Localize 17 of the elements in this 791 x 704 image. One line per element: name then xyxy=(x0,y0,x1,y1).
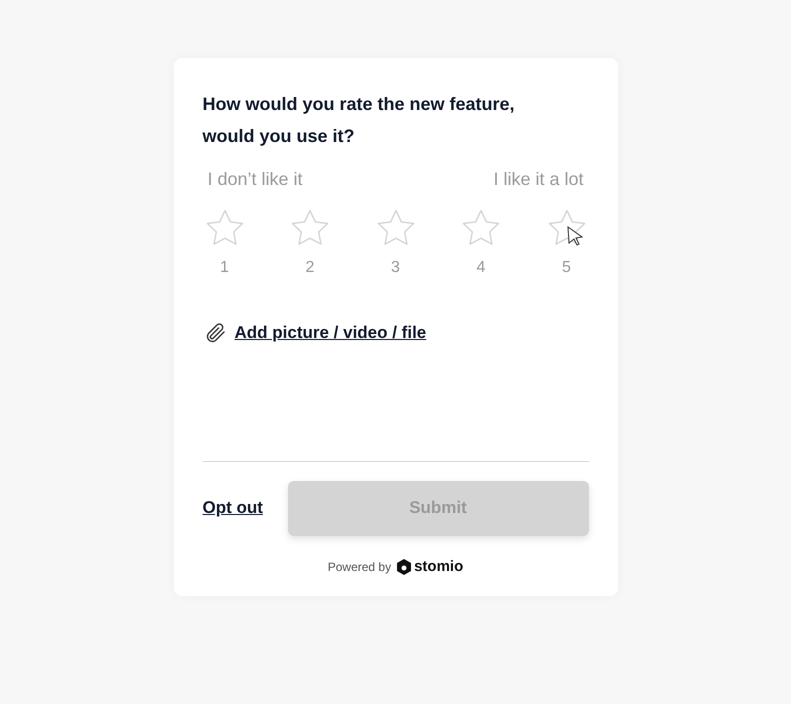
high-scale-label: I like it a lot xyxy=(493,168,584,191)
star-icon[interactable] xyxy=(289,208,331,248)
low-scale-label: I don’t like it xyxy=(208,168,303,191)
attachment-link[interactable]: Add picture / video / file xyxy=(234,320,426,346)
rating-number: 1 xyxy=(220,258,229,278)
opt-out-link[interactable]: Opt out xyxy=(202,495,263,521)
rating-number: 5 xyxy=(562,258,571,278)
rating-number: 4 xyxy=(476,258,486,278)
star-icon[interactable] xyxy=(374,208,416,248)
brand-logo-icon xyxy=(397,558,412,575)
question-text: How would you rate the new feature, would you use it? xyxy=(202,93,516,148)
powered-by-text: Powered by xyxy=(328,558,392,576)
star-icon[interactable] xyxy=(460,208,502,248)
brand-name: stomio xyxy=(414,556,464,576)
cursor-icon xyxy=(566,226,584,246)
rating-number: 2 xyxy=(306,258,314,278)
rating-number: 3 xyxy=(391,258,400,278)
